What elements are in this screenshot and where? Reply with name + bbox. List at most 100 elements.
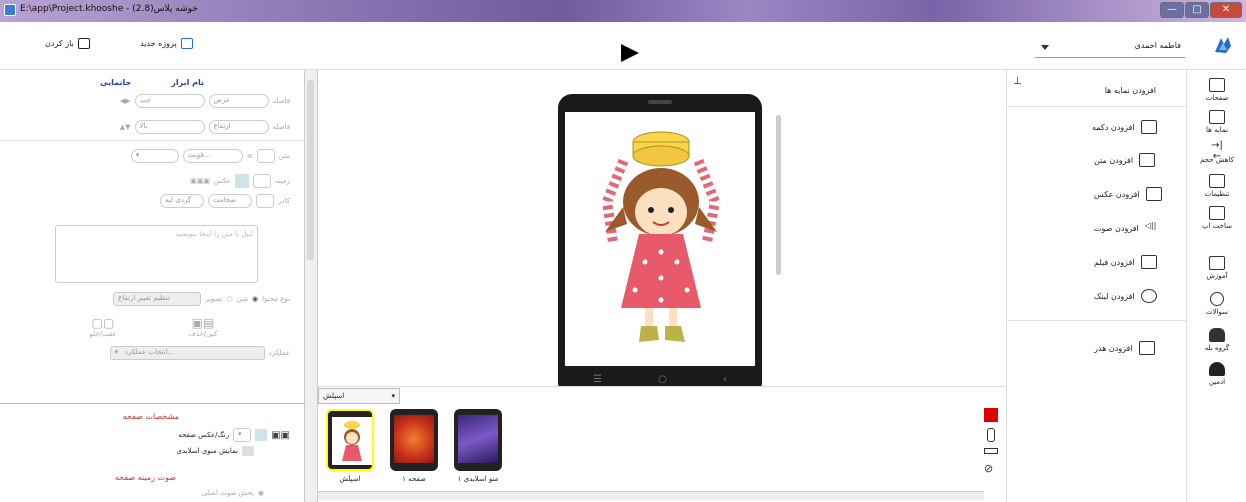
adjust-height-button[interactable]: تنظیم تغییر ارتفاع — [113, 292, 202, 306]
adjust-height-label: تنظیم تغییر ارتفاع — [118, 294, 170, 302]
compress-icon: →|← — [1211, 140, 1223, 162]
thickness-label: ضخامت — [213, 196, 237, 204]
text-size-select[interactable]: ▾ — [130, 149, 179, 163]
thickness-field[interactable]: ضخامت — [208, 194, 253, 208]
nav-tutorial[interactable]: آموزش — [1187, 256, 1246, 280]
user-select[interactable]: فاطمه احمدی — [1035, 36, 1185, 58]
width-field[interactable]: عرض — [208, 94, 269, 108]
back-icon[interactable]: ‹ — [723, 374, 727, 385]
radio-text[interactable]: ◉ — [252, 295, 258, 303]
ruler-icon[interactable] — [984, 448, 998, 454]
main-nav: صفحات نمایه ها →|← کاهش حجم تنظیمات ساخت … — [1186, 70, 1246, 502]
pages-scrollbar[interactable] — [318, 491, 984, 500]
copy-delete-icon: ▣▤ — [191, 316, 215, 330]
nav-widgets[interactable]: نمایه ها — [1187, 110, 1246, 134]
arrows-v-icon: ▲▼ — [119, 123, 131, 131]
page-thumb-label: صفحه ۱ — [402, 475, 426, 483]
bg-color-swatch[interactable] — [234, 174, 249, 188]
video-icon — [1140, 255, 1157, 269]
open-button[interactable]: باز کردن — [45, 38, 90, 49]
pin-icon[interactable]: ⊥ — [1013, 76, 1022, 87]
label-textarea[interactable]: لیبل یا متن را اینجا بنویسید — [55, 225, 258, 283]
left-field[interactable]: چپ — [134, 94, 205, 108]
nav-build-app[interactable]: ساخت اپ — [1187, 206, 1246, 230]
nav-group[interactable]: گروه بله — [1187, 328, 1246, 352]
page-type-dropdown[interactable]: اسپلش ▾ — [318, 388, 400, 404]
page-color-swatch[interactable] — [255, 429, 268, 441]
page-props-title: مشخصات صفحه — [122, 412, 179, 421]
page-thumb-slide-menu[interactable] — [454, 409, 502, 471]
action-select[interactable]: ▾ انتخاب عملکرد... — [109, 346, 265, 360]
page-thumb-splash[interactable] — [326, 409, 374, 471]
page-thumb-1[interactable] — [390, 409, 438, 471]
canvas-scrollbar[interactable] — [776, 115, 781, 275]
layer-icon: ▢▢ — [91, 316, 115, 330]
page-type-label: اسپلش — [323, 392, 345, 400]
nav-admin[interactable]: ادمین — [1187, 362, 1246, 386]
left-field-label: چپ — [139, 96, 151, 104]
image-tools-icon[interactable]: ▣▣▣ — [190, 177, 210, 185]
phone-icon[interactable] — [987, 428, 995, 442]
minimize-button[interactable]: — — [1160, 2, 1184, 18]
slide-menu-label: نمایش منوی اسلایدی — [176, 447, 239, 455]
nav-pages[interactable]: صفحات — [1187, 78, 1246, 102]
question-icon — [1210, 292, 1224, 306]
nav-settings[interactable]: تنظیمات — [1187, 174, 1246, 198]
nav-group-label: گروه بله — [1204, 344, 1230, 352]
phone-screen[interactable] — [565, 112, 755, 366]
strip-tools: ⊘ — [984, 408, 1002, 475]
page-color-select[interactable]: ▾ — [233, 428, 252, 442]
new-project-button[interactable]: پروژه جدید — [140, 38, 193, 49]
nav-tutorial-label: آموزش — [1206, 272, 1228, 280]
book-icon — [1209, 256, 1225, 270]
back-front-group[interactable]: ▢▢ عقب/جلو — [78, 316, 128, 338]
maximize-button[interactable]: □ — [1185, 2, 1209, 18]
attachment-icon[interactable]: ⊘ — [984, 462, 1002, 475]
audio-icon: ◁|| — [1144, 221, 1157, 230]
play-sound-label: پخش صوت اصلی — [201, 489, 254, 497]
copy-delete-group[interactable]: ▣▤ کپی/حذف — [178, 316, 228, 338]
slide-menu-checkbox[interactable] — [242, 446, 254, 456]
font-select-label: فونت... — [187, 151, 211, 159]
text-color-swatch[interactable] — [256, 149, 275, 163]
close-button[interactable]: ✕ — [1210, 2, 1242, 18]
tab-layout[interactable]: جانمایی — [100, 78, 131, 87]
nav-compress[interactable]: →|← کاهش حجم — [1187, 140, 1246, 164]
open-label: باز کردن — [45, 39, 74, 48]
add-audio-label: افزودن صوت — [1094, 223, 1139, 233]
play-button[interactable] — [621, 44, 639, 62]
tab-tool-name[interactable]: نام ابزار — [171, 78, 204, 87]
page-sound-title: صوت زمینه صفحه — [114, 473, 176, 482]
font-select[interactable]: فونت... — [182, 149, 243, 163]
bg-box[interactable] — [252, 174, 271, 188]
page-image-icon[interactable]: ▣▣ — [271, 430, 290, 441]
add-header-label: افزودن هدر — [1094, 343, 1133, 353]
nav-widgets-label: نمایه ها — [1206, 126, 1228, 134]
splash-preview — [332, 417, 372, 465]
radio-image[interactable]: ○ — [227, 295, 233, 303]
user-name: فاطمه احمدی — [1134, 41, 1181, 50]
frame-color-swatch[interactable] — [256, 194, 275, 208]
pages-icon — [1209, 78, 1225, 92]
upload-icon — [1209, 206, 1225, 220]
add-text-label: افزودن متن — [1094, 155, 1134, 165]
height-field[interactable]: ارتفاع — [208, 120, 269, 134]
page-thumb-label: اسپلش — [339, 475, 361, 483]
opt-image-label: تصویر — [205, 295, 223, 303]
add-button-label: افزودن دکمه — [1092, 122, 1135, 132]
record-button[interactable] — [984, 408, 998, 422]
copy-delete-label: کپی/حذف — [188, 330, 218, 338]
rounded-field[interactable]: گردی لبه — [160, 194, 205, 208]
play-sound-radio[interactable]: ◉ — [258, 489, 264, 497]
add-video-label: افزودن فیلم — [1094, 257, 1135, 267]
top-field[interactable]: بالا — [134, 120, 205, 134]
nav-faq[interactable]: سوالات — [1187, 292, 1246, 316]
home-icon[interactable]: ○ — [658, 374, 667, 385]
nav-compress-label: کاهش حجم — [1200, 156, 1234, 164]
title-bar: E:\app\Project.khooshe - خوشه پلاس(2.8) … — [0, 0, 1246, 22]
scroll-thumb[interactable] — [307, 80, 314, 260]
back-front-label: عقب/جلو — [89, 330, 117, 338]
menu-icon[interactable]: ☰ — [593, 374, 602, 385]
content-type-label: نوع محتوا — [262, 295, 290, 303]
left-panel-scrollbar[interactable] — [305, 70, 318, 502]
